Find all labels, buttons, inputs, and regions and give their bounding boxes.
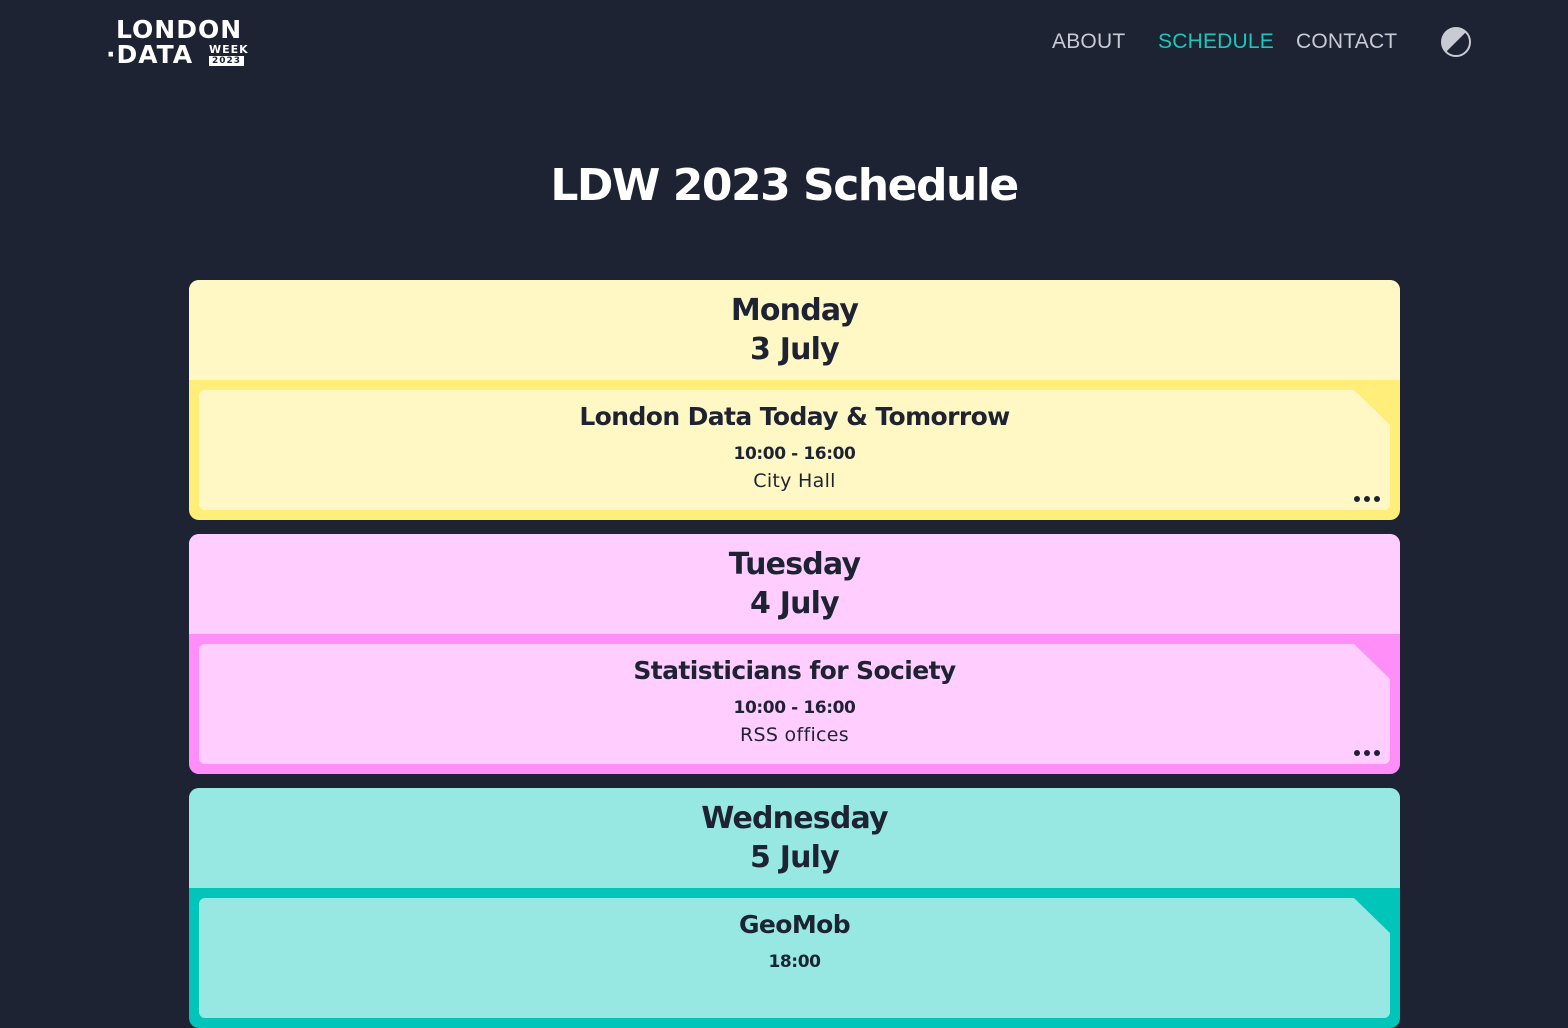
day-card-wednesday: Wednesday 5 July GeoMob 18:00 <box>189 788 1400 1028</box>
event-time: 10:00 - 16:00 <box>733 444 856 464</box>
nav-link-schedule[interactable]: SCHEDULE <box>1158 30 1274 54</box>
event-time: 10:00 - 16:00 <box>733 698 856 718</box>
day-name: Monday <box>730 293 859 328</box>
day-name: Tuesday <box>728 547 861 582</box>
day-date: 3 July <box>750 332 840 367</box>
event-venue: RSS offices <box>740 724 849 746</box>
day-card-tuesday: Tuesday 4 July Statisticians for Society… <box>189 534 1400 774</box>
day-date: 5 July <box>750 840 840 875</box>
logo-line-year: 2023 <box>209 56 245 66</box>
event-title: London Data Today & Tomorrow <box>579 402 1010 431</box>
top-navigation-bar: LONDON ·DATA WEEK 2023 ABOUT SCHEDULE CO… <box>0 0 1568 90</box>
day-card-monday: Monday 3 July London Data Today & Tomorr… <box>189 280 1400 520</box>
event-title: Statisticians for Society <box>633 656 956 685</box>
event-card[interactable]: GeoMob 18:00 <box>199 898 1390 1018</box>
day-header: Monday 3 July <box>189 280 1400 380</box>
more-options-icon[interactable] <box>1354 496 1380 504</box>
london-data-week-logo[interactable]: LONDON ·DATA WEEK 2023 <box>106 17 251 69</box>
event-title: GeoMob <box>739 910 851 939</box>
theme-toggle-button[interactable] <box>1441 27 1471 57</box>
event-card[interactable]: London Data Today & Tomorrow 10:00 - 16:… <box>199 390 1390 510</box>
event-venue: City Hall <box>753 470 836 492</box>
event-list: London Data Today & Tomorrow 10:00 - 16:… <box>189 380 1400 520</box>
nav-link-about[interactable]: ABOUT <box>1052 30 1125 54</box>
event-time: 18:00 <box>768 952 821 972</box>
nav-link-contact[interactable]: CONTACT <box>1296 30 1397 54</box>
day-name: Wednesday <box>701 801 888 836</box>
event-card[interactable]: Statisticians for Society 10:00 - 16:00 … <box>199 644 1390 764</box>
day-header: Tuesday 4 July <box>189 534 1400 634</box>
logo-line-data: ·DATA <box>106 40 194 69</box>
contrast-icon <box>1441 27 1471 57</box>
logo-line-week: WEEK <box>209 43 249 56</box>
event-list: GeoMob 18:00 <box>189 888 1400 1028</box>
day-header: Wednesday 5 July <box>189 788 1400 888</box>
day-date: 4 July <box>750 586 840 621</box>
event-list: Statisticians for Society 10:00 - 16:00 … <box>189 634 1400 774</box>
more-options-icon[interactable] <box>1354 750 1380 758</box>
page-title: LDW 2023 Schedule <box>550 160 1019 211</box>
